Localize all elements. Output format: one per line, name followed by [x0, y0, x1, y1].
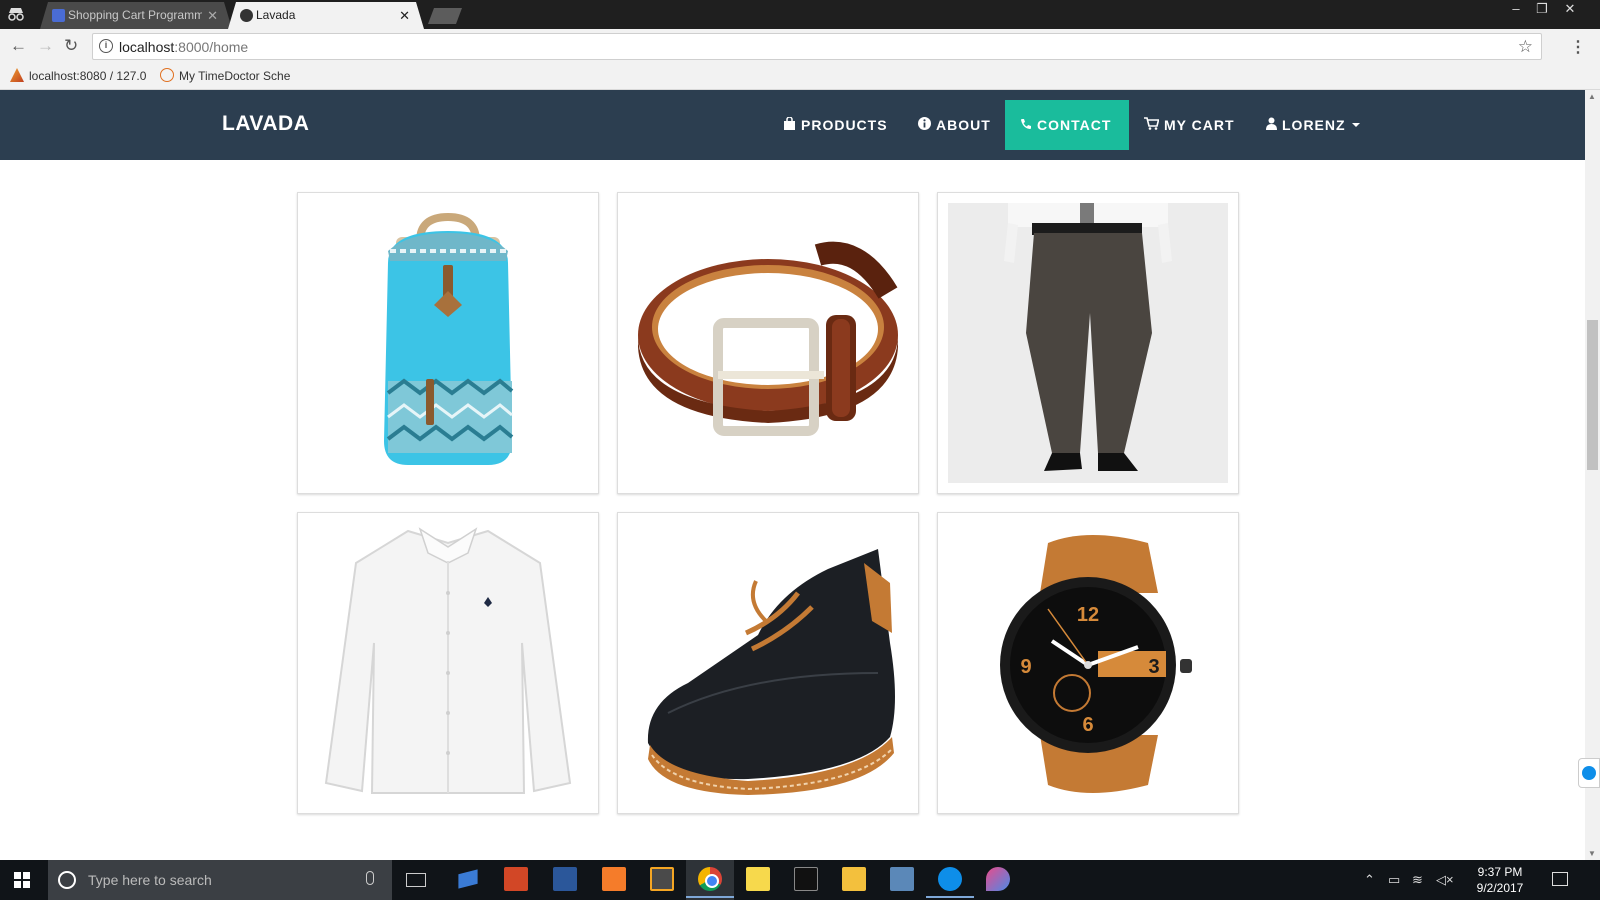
new-tab-button[interactable] [428, 8, 462, 24]
page-scrollbar[interactable]: ▲ ▼ [1585, 90, 1600, 860]
nav-about[interactable]: ABOUT [903, 100, 1006, 150]
nav-label: LORENZ [1282, 117, 1346, 133]
close-window-icon[interactable]: ✕ [1556, 0, 1584, 18]
microphone-icon[interactable] [366, 871, 374, 885]
nav-label: MY CART [1164, 117, 1235, 133]
site-favicon-icon [240, 9, 253, 22]
chevron-up-icon[interactable]: ⌃ [1364, 872, 1375, 888]
page-viewport: LAVADA PRODUCTS ABOUT CONTACT MY CART LO… [0, 90, 1585, 860]
bookmark-label: My TimeDoctor Sche [179, 69, 291, 83]
product-card-pants[interactable] [937, 192, 1239, 494]
url-host: localhost [119, 39, 175, 55]
brand-logo[interactable]: LAVADA [222, 112, 309, 136]
shoe-image [647, 549, 895, 795]
bookmark-timedoctor[interactable]: My TimeDoctor Sche [160, 68, 290, 83]
tab-lavada[interactable]: Lavada ✕ [228, 2, 424, 29]
wifi-icon[interactable]: ≋ [1412, 872, 1423, 888]
file-explorer-icon[interactable] [842, 867, 866, 891]
sticky-notes-icon[interactable] [746, 867, 770, 891]
browser-titlebar: Shopping Cart Programm ✕ Lavada ✕ – ❐ ✕ [0, 0, 1600, 29]
clock-date: 9/2/2017 [1476, 881, 1524, 895]
teamviewer-taskbar-icon[interactable] [926, 867, 974, 898]
site-navbar: LAVADA PRODUCTS ABOUT CONTACT MY CART LO… [0, 90, 1585, 160]
address-bar[interactable]: i localhost:8000/home ☆ [92, 33, 1542, 60]
back-icon[interactable]: ← [10, 37, 27, 55]
belt-image [638, 241, 898, 436]
clock-time: 9:37 PM [1477, 865, 1523, 879]
scrollbar-thumb[interactable] [1587, 320, 1598, 470]
system-clock[interactable]: 9:37 PM 9/2/2017 [1464, 864, 1536, 896]
url-text: localhost:8000/home [119, 39, 248, 55]
minimize-icon[interactable]: – [1502, 0, 1530, 18]
nav-my-cart[interactable]: MY CART [1129, 100, 1250, 150]
forward-icon[interactable]: → [37, 37, 54, 55]
close-icon[interactable]: ✕ [207, 2, 218, 29]
powerpoint-icon[interactable] [504, 867, 528, 891]
search-placeholder: Type here to search [88, 872, 212, 888]
chevron-down-icon [1351, 123, 1360, 127]
watch-image: 12 3 6 9 [1000, 535, 1192, 793]
url-path: :8000/home [174, 39, 249, 55]
remote-desktop-icon[interactable] [458, 869, 478, 889]
bookmarks-bar: localhost:8080 / 127.0 My TimeDoctor Sch… [0, 64, 1600, 90]
phpmyadmin-icon [10, 68, 24, 82]
terminal-icon[interactable] [794, 867, 818, 891]
battery-icon[interactable]: ▭ [1388, 872, 1400, 888]
info-icon [918, 101, 931, 151]
pants-image [948, 203, 1228, 483]
windows-start-icon[interactable] [14, 872, 30, 888]
browser-toolbar: ← → ↻ i localhost:8000/home ☆ ⋮ [0, 29, 1600, 64]
scroll-down-icon[interactable]: ▼ [1588, 849, 1596, 858]
timedoctor-icon [160, 68, 174, 82]
nav-products[interactable]: PRODUCTS [768, 100, 903, 150]
bookmark-label: localhost:8080 / 127.0 [29, 69, 147, 83]
windows-taskbar: Type here to search ⌃ ▭ ≋ ◁× 9:37 PM 9/2… [0, 860, 1600, 900]
product-card-belt[interactable] [617, 192, 919, 494]
restore-icon[interactable]: ❐ [1528, 0, 1556, 18]
maps-icon[interactable] [986, 867, 1010, 891]
info-icon[interactable]: i [99, 39, 113, 53]
tab-title: Shopping Cart Programm [68, 8, 202, 22]
svg-text:6: 6 [1082, 714, 1093, 736]
svg-text:9: 9 [1020, 656, 1031, 678]
nav-label: CONTACT [1037, 117, 1112, 133]
bookmark-star-icon[interactable]: ☆ [1518, 37, 1533, 57]
cortana-icon [58, 871, 76, 889]
shirt-image [324, 527, 572, 794]
nav-user-dropdown[interactable]: LORENZ [1251, 100, 1375, 150]
cart-icon [1144, 101, 1160, 151]
site-favicon-icon [52, 9, 65, 22]
tab-shopping-cart[interactable]: Shopping Cart Programm ✕ [40, 2, 232, 29]
product-card-shirt[interactable] [297, 512, 599, 814]
xampp-icon[interactable] [602, 867, 626, 891]
chrome-icon[interactable] [686, 867, 734, 898]
reload-icon[interactable]: ↻ [64, 37, 78, 55]
volume-muted-icon[interactable]: ◁× [1436, 872, 1454, 888]
nav-label: PRODUCTS [801, 117, 888, 133]
product-card-shoe[interactable] [617, 512, 919, 814]
shopping-bag-icon [783, 101, 796, 151]
scroll-up-icon[interactable]: ▲ [1588, 92, 1596, 101]
sublime-text-icon[interactable] [650, 867, 674, 891]
nav-label: ABOUT [936, 117, 991, 133]
incognito-icon [6, 6, 26, 22]
phone-icon [1020, 101, 1032, 151]
backpack-image [384, 212, 514, 465]
svg-text:3: 3 [1148, 656, 1159, 678]
user-icon [1266, 101, 1277, 151]
product-card-watch[interactable]: 12 3 6 9 [937, 512, 1239, 814]
menu-icon[interactable]: ⋮ [1570, 37, 1586, 57]
teamviewer-icon[interactable] [1578, 758, 1600, 788]
product-card-backpack[interactable] [297, 192, 599, 494]
svg-text:12: 12 [1077, 604, 1099, 626]
word-icon[interactable] [553, 867, 577, 891]
nav-contact[interactable]: CONTACT [1005, 100, 1129, 150]
action-center-icon[interactable] [1552, 872, 1568, 886]
network-app-icon[interactable] [890, 867, 914, 891]
taskbar-search[interactable]: Type here to search [48, 860, 392, 900]
bookmark-phpmyadmin[interactable]: localhost:8080 / 127.0 [10, 68, 146, 83]
task-view-icon[interactable] [406, 873, 426, 887]
tab-title: Lavada [256, 8, 296, 22]
close-icon[interactable]: ✕ [399, 2, 410, 29]
